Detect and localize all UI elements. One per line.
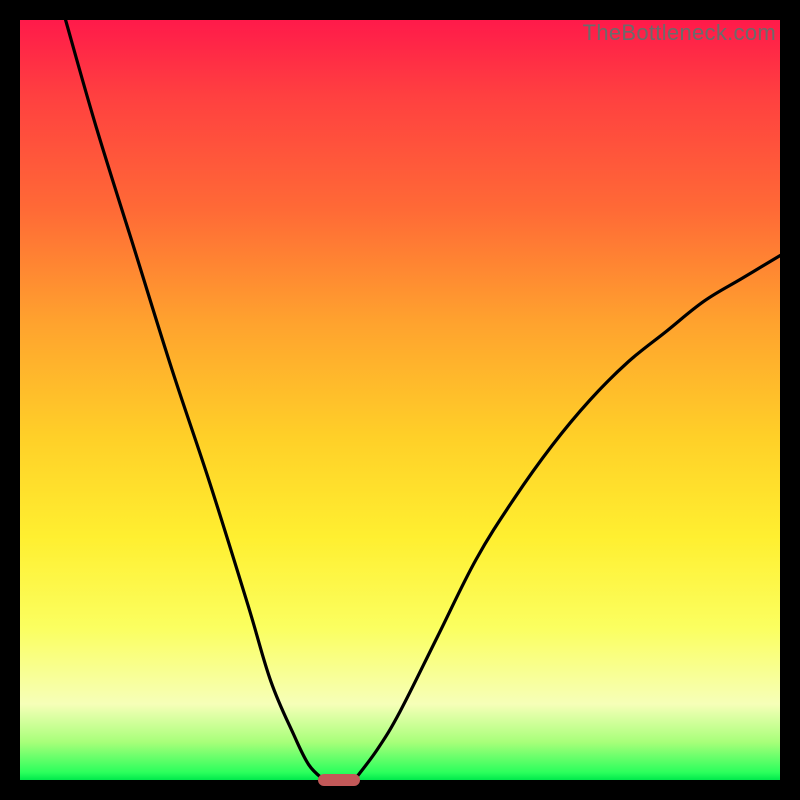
plot-gradient-background bbox=[20, 20, 780, 780]
chart-frame: TheBottleneck.com bbox=[20, 20, 780, 780]
